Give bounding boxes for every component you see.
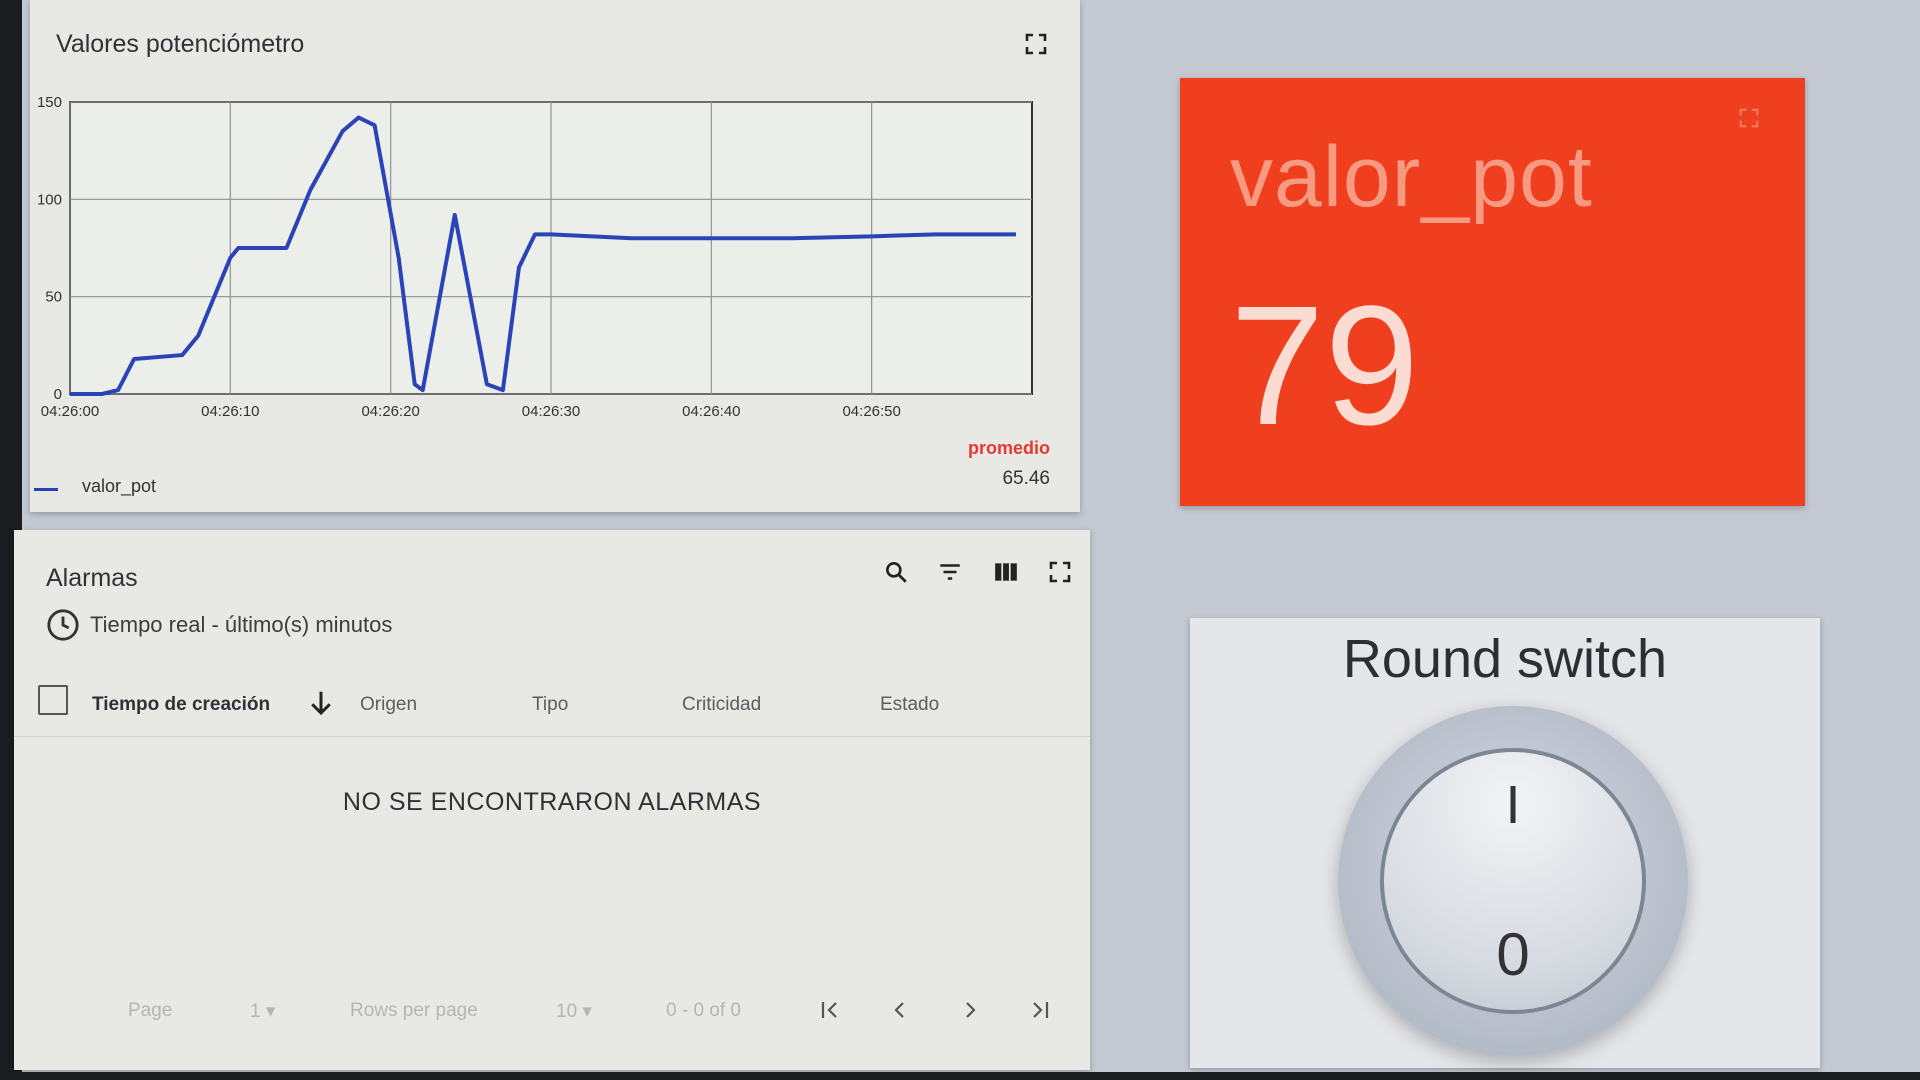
legend-label: valor_pot (82, 476, 157, 496)
page-label: Page (128, 1000, 173, 1021)
alarms-widget: Alarmas Tiempo real - último(s) minutos … (14, 530, 1090, 1070)
rows-per-page-label: Rows per page (350, 1000, 478, 1021)
y-tick-label: 0 (54, 386, 62, 403)
next-page-icon[interactable] (950, 990, 990, 1030)
x-tick-label: 04:26:00 (41, 403, 99, 420)
switch-off-label: 0 (1496, 921, 1530, 988)
switch-title: Round switch (1342, 629, 1668, 689)
alarms-title: Alarmas (46, 564, 138, 592)
round-switch-widget: Round switch I 0 (1190, 618, 1820, 1068)
clock-icon (47, 609, 79, 641)
y-tick-label: 150 (37, 94, 62, 111)
round-switch[interactable]: I 0 (1380, 748, 1646, 1014)
x-tick-label: 04:26:50 (842, 403, 900, 420)
column-header-type[interactable]: Tipo (532, 694, 568, 716)
search-icon[interactable] (880, 556, 912, 588)
chart-widget: Valores potenciómetro 0 50 100 150 04:26:00 0… (30, 0, 1080, 512)
column-header-created[interactable]: Tiempo de creación (92, 694, 270, 716)
x-tick-label: 04:26:20 (361, 403, 419, 420)
x-tick-label: 04:26:10 (201, 403, 259, 420)
screen-bezel-bottom (0, 1072, 1920, 1080)
time-window[interactable]: Tiempo real - último(s) minutos (46, 608, 392, 642)
columns-icon[interactable] (990, 556, 1022, 588)
value-widget: valor_pot 79 (1180, 78, 1805, 506)
page-value: 1 (250, 1001, 261, 1022)
x-tick-label: 04:26:40 (682, 403, 740, 420)
value-number: 79 (1230, 271, 1420, 461)
rows-per-page-value: 10 (556, 1001, 578, 1022)
fullscreen-icon[interactable] (1044, 556, 1076, 588)
page-range: 0 - 0 of 0 (666, 1000, 741, 1021)
rows-per-page-select[interactable]: 10 ▾ (556, 1000, 592, 1023)
filter-icon[interactable] (934, 556, 966, 588)
time-window-label: Tiempo real - último(s) minutos (90, 612, 393, 637)
first-page-icon[interactable] (810, 990, 850, 1030)
last-page-icon[interactable] (1020, 990, 1060, 1030)
average-value: 65.46 (1002, 468, 1050, 489)
page-select[interactable]: 1 ▾ (250, 1000, 275, 1023)
value-label: valor_pot (1230, 129, 1593, 225)
fullscreen-icon[interactable] (1733, 102, 1765, 134)
x-tick-label: 04:26:30 (522, 403, 580, 420)
column-header-severity[interactable]: Criticidad (682, 694, 761, 716)
average-label: promedio (967, 438, 1050, 458)
y-tick-label: 100 (37, 191, 62, 208)
select-all-checkbox[interactable] (38, 685, 68, 715)
line-chart: 0 50 100 150 04:26:00 04:26:10 04:26:20 04:26:3… (37, 94, 1033, 420)
sort-arrow-icon[interactable] (306, 688, 336, 724)
table-header: Tiempo de creación Origen Tipo Criticida… (14, 676, 1090, 737)
previous-page-icon[interactable] (880, 990, 920, 1030)
switch-knob-bezel: I 0 (1338, 706, 1688, 1056)
empty-message: NO SE ENCONTRARON ALARMAS (342, 788, 762, 816)
column-header-status[interactable]: Estado (880, 694, 939, 716)
legend-swatch (34, 488, 58, 491)
column-header-origin[interactable]: Origen (360, 694, 417, 716)
switch-on-label: I (1505, 775, 1521, 835)
y-tick-label: 50 (45, 289, 62, 306)
